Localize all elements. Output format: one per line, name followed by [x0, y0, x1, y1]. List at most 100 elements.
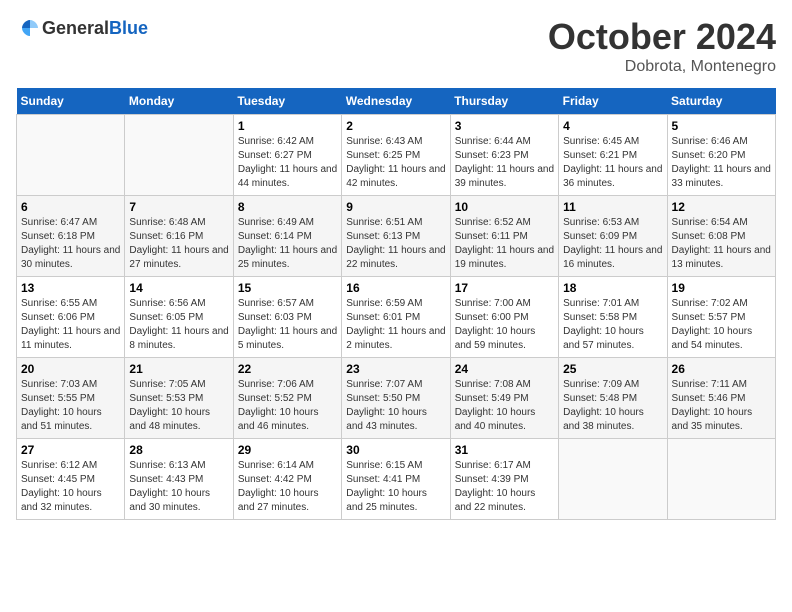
day-number: 27	[21, 443, 120, 457]
day-info: Sunrise: 6:59 AM Sunset: 6:01 PM Dayligh…	[346, 297, 445, 353]
location-text: Dobrota, Montenegro	[548, 58, 776, 76]
day-info: Sunrise: 6:49 AM Sunset: 6:14 PM Dayligh…	[238, 216, 337, 272]
calendar-cell: 1 Sunrise: 6:42 AM Sunset: 6:27 PM Daylig…	[233, 115, 341, 196]
calendar-day-header: Tuesday	[233, 88, 341, 115]
page-header: GeneralBlue October 2024 Dobrota, Monten…	[16, 16, 776, 76]
calendar-table: SundayMondayTuesdayWednesdayThursdayFrid…	[16, 88, 776, 520]
calendar-cell: 20 Sunrise: 7:03 AM Sunset: 5:55 PM Dayli…	[17, 358, 125, 439]
logo-icon	[18, 16, 42, 40]
day-number: 28	[129, 443, 228, 457]
day-number: 19	[672, 281, 771, 295]
calendar-cell: 9 Sunrise: 6:51 AM Sunset: 6:13 PM Daylig…	[342, 196, 450, 277]
calendar-cell: 21 Sunrise: 7:05 AM Sunset: 5:53 PM Dayli…	[125, 358, 233, 439]
calendar-week-row: 20 Sunrise: 7:03 AM Sunset: 5:55 PM Dayli…	[17, 358, 776, 439]
calendar-cell: 16 Sunrise: 6:59 AM Sunset: 6:01 PM Dayli…	[342, 277, 450, 358]
day-number: 31	[455, 443, 554, 457]
logo-blue-text: Blue	[109, 18, 148, 38]
day-info: Sunrise: 7:05 AM Sunset: 5:53 PM Dayligh…	[129, 378, 228, 434]
day-number: 1	[238, 119, 337, 133]
calendar-cell: 25 Sunrise: 7:09 AM Sunset: 5:48 PM Dayli…	[559, 358, 667, 439]
day-number: 5	[672, 119, 771, 133]
calendar-week-row: 1 Sunrise: 6:42 AM Sunset: 6:27 PM Daylig…	[17, 115, 776, 196]
day-info: Sunrise: 6:55 AM Sunset: 6:06 PM Dayligh…	[21, 297, 120, 353]
day-info: Sunrise: 6:17 AM Sunset: 4:39 PM Dayligh…	[455, 459, 554, 515]
day-number: 22	[238, 362, 337, 376]
calendar-cell: 11Sunrise: 6:53 AM Sunset: 6:09 PM Dayli…	[559, 196, 667, 277]
day-number: 4	[563, 119, 662, 133]
calendar-header-row: SundayMondayTuesdayWednesdayThursdayFrid…	[17, 88, 776, 115]
calendar-cell: 10 Sunrise: 6:52 AM Sunset: 6:11 PM Dayli…	[450, 196, 558, 277]
day-number: 8	[238, 200, 337, 214]
day-info: Sunrise: 6:14 AM Sunset: 4:42 PM Dayligh…	[238, 459, 337, 515]
day-info: Sunrise: 7:01 AM Sunset: 5:58 PM Dayligh…	[563, 297, 662, 353]
day-number: 9	[346, 200, 445, 214]
day-number: 20	[21, 362, 120, 376]
calendar-cell: 14 Sunrise: 6:56 AM Sunset: 6:05 PM Dayli…	[125, 277, 233, 358]
calendar-cell: 4Sunrise: 6:45 AM Sunset: 6:21 PM Daylig…	[559, 115, 667, 196]
calendar-day-header: Saturday	[667, 88, 775, 115]
calendar-cell: 5Sunrise: 6:46 AM Sunset: 6:20 PM Daylig…	[667, 115, 775, 196]
logo-general-text: General	[42, 18, 109, 38]
day-info: Sunrise: 6:13 AM Sunset: 4:43 PM Dayligh…	[129, 459, 228, 515]
day-number: 12	[672, 200, 771, 214]
calendar-cell: 23 Sunrise: 7:07 AM Sunset: 5:50 PM Dayli…	[342, 358, 450, 439]
calendar-cell: 17 Sunrise: 7:00 AM Sunset: 6:00 PM Dayli…	[450, 277, 558, 358]
day-info: Sunrise: 6:57 AM Sunset: 6:03 PM Dayligh…	[238, 297, 337, 353]
day-info: Sunrise: 6:47 AM Sunset: 6:18 PM Dayligh…	[21, 216, 120, 272]
day-info: Sunrise: 6:43 AM Sunset: 6:25 PM Dayligh…	[346, 135, 445, 191]
day-info: Sunrise: 6:56 AM Sunset: 6:05 PM Dayligh…	[129, 297, 228, 353]
day-number: 24	[455, 362, 554, 376]
calendar-cell: 30 Sunrise: 6:15 AM Sunset: 4:41 PM Dayli…	[342, 439, 450, 520]
calendar-cell: 12 Sunrise: 6:54 AM Sunset: 6:08 PM Dayli…	[667, 196, 775, 277]
day-info: Sunrise: 6:51 AM Sunset: 6:13 PM Dayligh…	[346, 216, 445, 272]
calendar-cell: 18 Sunrise: 7:01 AM Sunset: 5:58 PM Dayli…	[559, 277, 667, 358]
day-number: 29	[238, 443, 337, 457]
calendar-cell: 24Sunrise: 7:08 AM Sunset: 5:49 PM Dayli…	[450, 358, 558, 439]
day-info: Sunrise: 7:02 AM Sunset: 5:57 PM Dayligh…	[672, 297, 771, 353]
calendar-cell: 29 Sunrise: 6:14 AM Sunset: 4:42 PM Dayli…	[233, 439, 341, 520]
calendar-cell: 13 Sunrise: 6:55 AM Sunset: 6:06 PM Dayli…	[17, 277, 125, 358]
calendar-cell: 15 Sunrise: 6:57 AM Sunset: 6:03 PM Dayli…	[233, 277, 341, 358]
calendar-day-header: Friday	[559, 88, 667, 115]
day-info: Sunrise: 6:54 AM Sunset: 6:08 PM Dayligh…	[672, 216, 771, 272]
day-info: Sunrise: 7:03 AM Sunset: 5:55 PM Dayligh…	[21, 378, 120, 434]
day-number: 21	[129, 362, 228, 376]
day-number: 10	[455, 200, 554, 214]
calendar-cell	[17, 115, 125, 196]
calendar-cell	[667, 439, 775, 520]
day-number: 23	[346, 362, 445, 376]
calendar-cell: 8 Sunrise: 6:49 AM Sunset: 6:14 PM Daylig…	[233, 196, 341, 277]
day-info: Sunrise: 6:48 AM Sunset: 6:16 PM Dayligh…	[129, 216, 228, 272]
day-number: 15	[238, 281, 337, 295]
day-number: 18	[563, 281, 662, 295]
calendar-cell: 3Sunrise: 6:44 AM Sunset: 6:23 PM Daylig…	[450, 115, 558, 196]
day-number: 25	[563, 362, 662, 376]
calendar-cell: 2Sunrise: 6:43 AM Sunset: 6:25 PM Daylig…	[342, 115, 450, 196]
calendar-week-row: 27Sunrise: 6:12 AM Sunset: 4:45 PM Dayli…	[17, 439, 776, 520]
calendar-day-header: Wednesday	[342, 88, 450, 115]
day-info: Sunrise: 7:00 AM Sunset: 6:00 PM Dayligh…	[455, 297, 554, 353]
day-info: Sunrise: 7:07 AM Sunset: 5:50 PM Dayligh…	[346, 378, 445, 434]
calendar-cell: 19 Sunrise: 7:02 AM Sunset: 5:57 PM Dayli…	[667, 277, 775, 358]
day-number: 14	[129, 281, 228, 295]
day-number: 16	[346, 281, 445, 295]
calendar-cell: 31 Sunrise: 6:17 AM Sunset: 4:39 PM Dayli…	[450, 439, 558, 520]
day-info: Sunrise: 6:42 AM Sunset: 6:27 PM Dayligh…	[238, 135, 337, 191]
calendar-cell: 22Sunrise: 7:06 AM Sunset: 5:52 PM Dayli…	[233, 358, 341, 439]
day-number: 7	[129, 200, 228, 214]
day-number: 13	[21, 281, 120, 295]
calendar-cell: 26Sunrise: 7:11 AM Sunset: 5:46 PM Dayli…	[667, 358, 775, 439]
calendar-cell	[125, 115, 233, 196]
day-number: 11	[563, 200, 662, 214]
calendar-day-header: Thursday	[450, 88, 558, 115]
calendar-cell: 27Sunrise: 6:12 AM Sunset: 4:45 PM Dayli…	[17, 439, 125, 520]
day-info: Sunrise: 7:09 AM Sunset: 5:48 PM Dayligh…	[563, 378, 662, 434]
calendar-cell: 7 Sunrise: 6:48 AM Sunset: 6:16 PM Daylig…	[125, 196, 233, 277]
title-section: October 2024 Dobrota, Montenegro	[548, 16, 776, 76]
day-number: 30	[346, 443, 445, 457]
day-info: Sunrise: 7:11 AM Sunset: 5:46 PM Dayligh…	[672, 378, 771, 434]
day-info: Sunrise: 6:15 AM Sunset: 4:41 PM Dayligh…	[346, 459, 445, 515]
day-info: Sunrise: 6:52 AM Sunset: 6:11 PM Dayligh…	[455, 216, 554, 272]
logo: GeneralBlue	[16, 16, 148, 40]
day-number: 17	[455, 281, 554, 295]
